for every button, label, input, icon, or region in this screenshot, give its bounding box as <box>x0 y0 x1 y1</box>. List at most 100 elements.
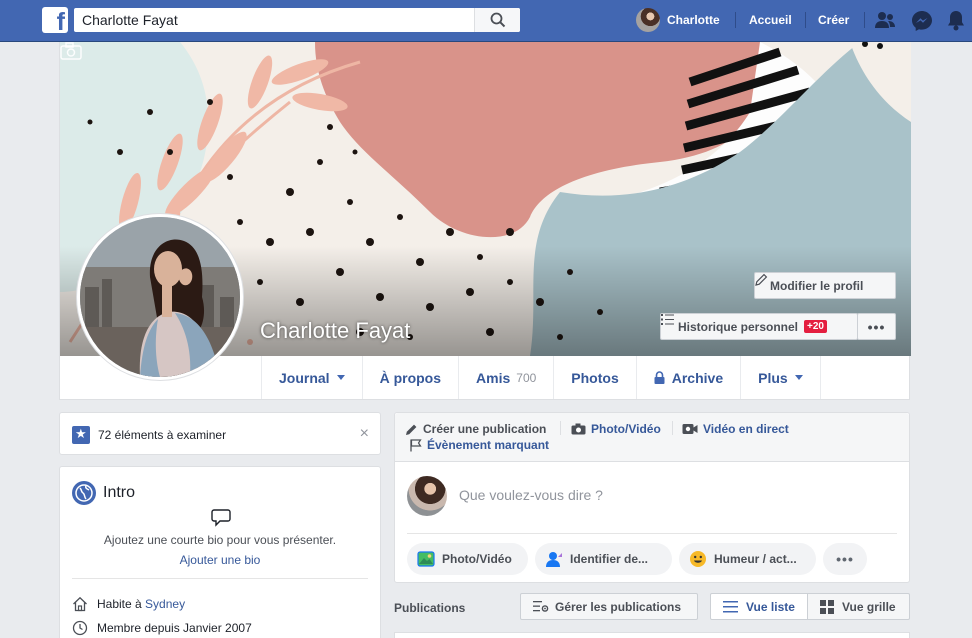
profile-header: Charlotte Fayat Modifier le profil Histo… <box>59 42 911 400</box>
speech-bubble-icon <box>211 509 231 527</box>
lives-in-row: Habite à Sydney <box>72 596 185 612</box>
composer-header: Créer une publication Photo/Vidéo Vidéo … <box>395 413 909 462</box>
nav-avatar <box>636 8 660 32</box>
search-button[interactable] <box>474 8 520 32</box>
composer-divider <box>672 421 673 435</box>
manage-posts-button[interactable]: Gérer les publications <box>520 593 698 620</box>
nav-create-link[interactable]: Créer <box>818 13 849 27</box>
edit-profile-button[interactable]: Modifier le profil <box>754 272 896 299</box>
clock-icon <box>72 620 88 636</box>
grid-view-button[interactable]: Vue grille <box>807 593 910 620</box>
nav-home-link[interactable]: Accueil <box>749 13 792 27</box>
settings-list-icon <box>533 601 549 612</box>
notifications-bell-icon[interactable] <box>946 10 966 32</box>
life-event-button[interactable]: Évènement marquant <box>410 438 549 452</box>
bio-prompt: Ajoutez une courte bio pour vous présent… <box>103 533 337 547</box>
live-video-button[interactable]: Vidéo en direct <box>682 422 789 436</box>
pencil-icon <box>755 273 768 286</box>
tab-more[interactable]: Plus <box>740 356 821 399</box>
grid-view-label: Vue grille <box>842 599 896 614</box>
top-navigation-bar: f Charlotte Fayat Charlotte Accueil Crée… <box>0 0 972 42</box>
camera-icon <box>571 423 586 435</box>
feed-card-top <box>394 632 910 638</box>
publications-heading: Publications <box>394 601 466 615</box>
add-bio-link[interactable]: Ajouter une bio <box>60 553 380 567</box>
profile-picture-image <box>80 217 240 377</box>
life-event-label: Évènement marquant <box>427 438 550 452</box>
tag-friends-pill[interactable]: Identifier de... <box>535 543 672 575</box>
friend-requests-icon[interactable] <box>874 10 896 30</box>
tag-person-icon <box>546 552 562 567</box>
post-composer: Créer une publication Photo/Vidéo Vidéo … <box>394 412 910 583</box>
live-video-label: Vidéo en direct <box>703 422 789 436</box>
nav-divider <box>864 12 865 28</box>
lives-in-prefix: Habite à <box>97 597 142 611</box>
review-items-text: 72 éléments à examiner <box>98 428 227 442</box>
tab-photos-label: Photos <box>571 369 619 386</box>
composer-more-pill[interactable]: ••• <box>823 543 867 575</box>
member-since-row: Membre depuis Janvier 2007 <box>72 620 252 636</box>
create-post-button[interactable]: Créer une publication <box>405 422 546 436</box>
intro-title: Intro <box>103 484 136 501</box>
profile-more-button[interactable]: ••• <box>857 313 896 340</box>
chevron-down-icon <box>336 375 345 380</box>
list-view-label: Vue liste <box>746 599 795 614</box>
post-text-input[interactable]: Que voulez-vous dire ? <box>459 487 603 503</box>
create-post-label: Créer une publication <box>423 422 547 436</box>
messenger-icon[interactable] <box>911 10 933 32</box>
star-icon: ★ <box>72 426 90 444</box>
photo-video-pill-label: Photo/Vidéo <box>442 552 512 566</box>
nav-divider <box>805 12 806 28</box>
tab-archive[interactable]: Archive <box>635 356 740 399</box>
smiley-icon <box>690 551 706 567</box>
flag-icon <box>410 438 422 451</box>
home-icon <box>73 596 87 612</box>
tag-friends-pill-label: Identifier de... <box>570 552 649 566</box>
member-since-text: Membre depuis Janvier 2007 <box>97 621 252 635</box>
intro-card: Intro Ajoutez une courte bio pour vous p… <box>59 466 381 638</box>
feeling-activity-pill-label: Humeur / act... <box>714 552 797 566</box>
lives-in-city-link[interactable]: Sydney <box>145 597 185 611</box>
list-icon <box>661 314 674 325</box>
profile-name[interactable]: Charlotte Fayat <box>260 318 410 344</box>
list-view-button[interactable]: Vue liste <box>710 593 808 620</box>
tab-about[interactable]: À propos <box>361 356 458 399</box>
globe-icon <box>72 481 96 505</box>
profile-tabs: Journal À propos Amis 700 Photos Archive … <box>261 356 821 399</box>
profile-photo-illustration <box>80 217 240 377</box>
activity-log-label: Historique personnel <box>678 319 799 334</box>
search-box[interactable]: Charlotte Fayat <box>74 8 520 32</box>
nav-profile-link[interactable]: Charlotte <box>636 8 720 32</box>
composer-avatar <box>407 476 447 516</box>
list-view-icon <box>723 600 738 612</box>
friends-count: 700 <box>516 370 537 385</box>
review-items-box[interactable]: ★ 72 éléments à examiner × <box>59 412 381 455</box>
tab-friends[interactable]: Amis 700 <box>458 356 553 399</box>
tab-journal[interactable]: Journal <box>261 356 362 399</box>
edit-profile-label: Modifier le profil <box>770 278 864 293</box>
camera-icon[interactable] <box>60 42 82 60</box>
composer-divider <box>560 421 561 435</box>
tab-friends-label: Amis <box>476 369 511 386</box>
intro-divider <box>72 578 368 579</box>
tab-archive-label: Archive <box>671 369 724 386</box>
search-input[interactable]: Charlotte Fayat <box>82 12 178 28</box>
close-icon[interactable]: × <box>360 425 369 443</box>
activity-log-button[interactable]: Historique personnel +20 <box>660 313 858 340</box>
composer-divider <box>407 533 897 534</box>
lock-icon <box>654 371 665 384</box>
facebook-logo-icon[interactable]: f <box>42 7 68 33</box>
more-dots-icon: ••• <box>867 318 886 335</box>
nav-user-name: Charlotte <box>667 13 720 27</box>
profile-picture[interactable] <box>76 213 244 381</box>
photo-video-button[interactable]: Photo/Vidéo <box>571 422 661 436</box>
photo-video-label: Photo/Vidéo <box>591 422 661 436</box>
tab-photos[interactable]: Photos <box>553 356 635 399</box>
search-icon <box>490 12 506 28</box>
photo-video-pill[interactable]: Photo/Vidéo <box>407 543 528 575</box>
photo-icon <box>417 551 435 567</box>
nav-divider <box>735 12 736 28</box>
grid-view-icon <box>820 599 834 614</box>
more-dots-icon: ••• <box>836 551 854 567</box>
feeling-activity-pill[interactable]: Humeur / act... <box>679 543 816 575</box>
